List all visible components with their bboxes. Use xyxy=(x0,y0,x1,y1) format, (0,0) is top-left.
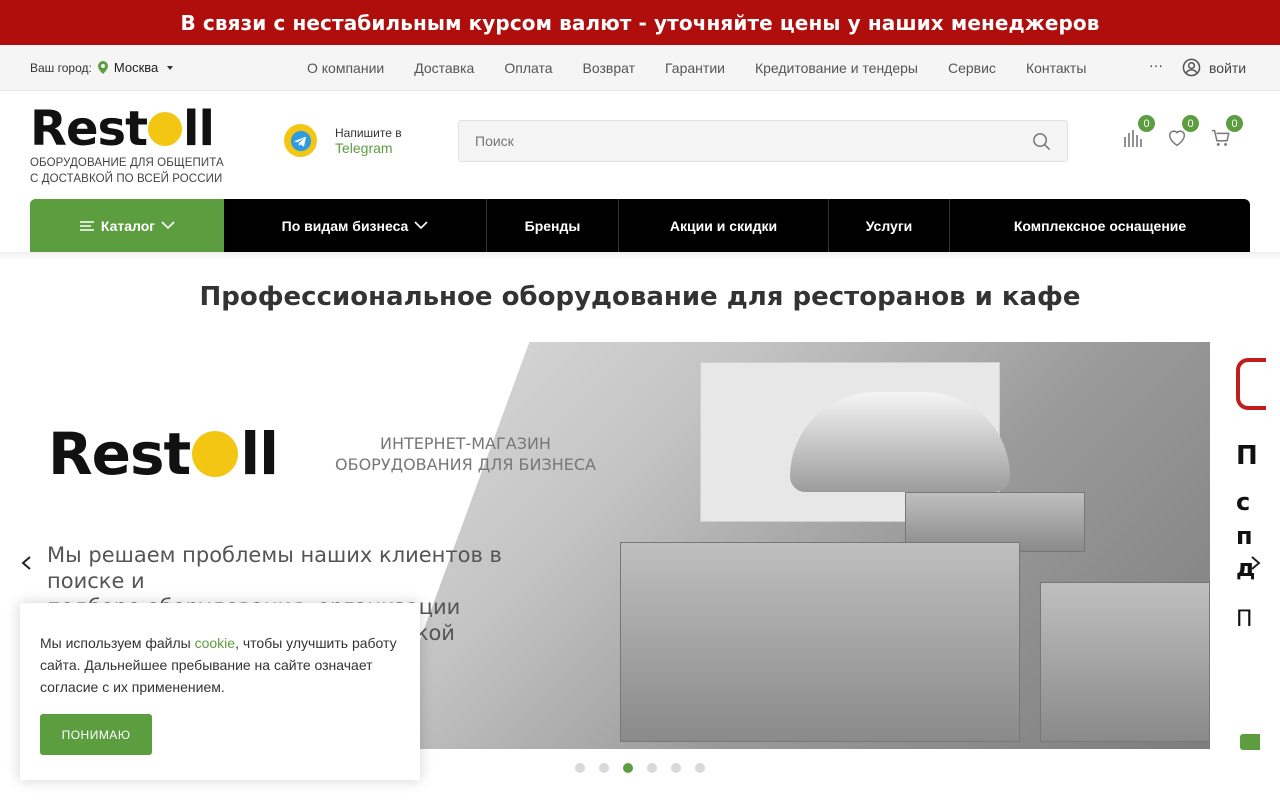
topnav-delivery[interactable]: Доставка xyxy=(414,60,474,76)
currency-warning-banner: В связи с нестабильным курсом валют - ут… xyxy=(0,0,1280,45)
telegram-line2: Telegram xyxy=(335,139,393,156)
header: Rest ll ОБОРУДОВАНИЕ ДЛЯ ОБЩЕПИТА С ДОСТА… xyxy=(0,91,1280,199)
chevron-down-icon xyxy=(414,221,428,230)
telegram-line1: Напишите в xyxy=(335,125,402,140)
nav-brands[interactable]: Бренды xyxy=(487,199,619,252)
login-label: войти xyxy=(1209,59,1247,76)
cutlery-icon xyxy=(192,431,239,477)
peek-text-5: П xyxy=(1236,607,1253,632)
slide-claim-1: Мы решаем проблемы наших клиентов в поис… xyxy=(47,543,502,593)
top-nav: О компании Доставка Оплата Возврат Гаран… xyxy=(307,60,1116,76)
peek-text-2: с xyxy=(1236,488,1251,516)
more-menu-button[interactable]: ··· xyxy=(1149,57,1163,73)
city-name[interactable]: Москва xyxy=(114,60,158,75)
peek-green-button xyxy=(1240,734,1260,750)
favorites-count: 0 xyxy=(1182,115,1199,132)
logo-text-left: Rest xyxy=(30,101,148,157)
slider-dot[interactable] xyxy=(575,763,585,773)
slide-logo-left: Rest xyxy=(48,420,191,488)
slide-subtitle-1: ИНТЕРНЕТ-МАГАЗИН xyxy=(380,434,551,453)
cookie-link[interactable]: cookie xyxy=(195,635,235,651)
nav-business-label: По видам бизнеса xyxy=(281,217,409,234)
search-input[interactable] xyxy=(475,133,1032,149)
menu-icon xyxy=(79,220,94,231)
prep-table xyxy=(1040,582,1210,742)
telegram-icon xyxy=(284,124,317,157)
cart-button[interactable]: 0 xyxy=(1210,115,1243,151)
slider-dot[interactable] xyxy=(599,763,609,773)
peek-text-3: п xyxy=(1236,522,1253,550)
catalog-button[interactable]: Каталог xyxy=(30,199,224,252)
header-actions: 0 0 0 xyxy=(1122,115,1243,151)
next-slide-red-logo xyxy=(1236,358,1266,410)
page-title: Профессиональное оборудование для рестор… xyxy=(199,282,1081,312)
cooking-line xyxy=(620,542,1020,742)
topnav-return[interactable]: Возврат xyxy=(583,60,636,76)
logo-wordmark: Rest ll xyxy=(30,101,224,157)
nav-shadow xyxy=(0,252,1280,260)
slider-dots xyxy=(575,763,705,773)
slider-dot[interactable] xyxy=(695,763,705,773)
site-logo[interactable]: Rest ll ОБОРУДОВАНИЕ ДЛЯ ОБЩЕПИТА С ДОСТА… xyxy=(30,101,224,187)
slide-logo-right: ll xyxy=(240,420,279,488)
slider-prev-arrow-icon[interactable] xyxy=(20,555,34,571)
slide-subtitle-2: ОБОРУДОВАНИЯ ДЛЯ БИЗНЕСА xyxy=(335,455,596,474)
nav-services[interactable]: Услуги xyxy=(829,199,950,252)
main-nav: Каталог По видам бизнеса Бренды Акции и … xyxy=(30,199,1250,252)
search-box xyxy=(458,120,1068,162)
nav-complex-equipment[interactable]: Комплексное оснащение xyxy=(950,199,1250,252)
compare-count: 0 xyxy=(1138,115,1155,132)
top-bar: Ваш город: Москва О компании Доставка Оп… xyxy=(0,45,1280,91)
nav-sales[interactable]: Акции и скидки xyxy=(619,199,829,252)
favorites-button[interactable]: 0 xyxy=(1166,115,1199,151)
peek-text-1: П xyxy=(1236,441,1258,471)
logo-tagline-2: С ДОСТАВКОЙ ПО ВСЕЙ РОССИИ xyxy=(30,173,223,185)
cookie-text-before: Мы используем файлы xyxy=(40,635,195,651)
cookie-accept-button[interactable]: ПОНИМАЮ xyxy=(40,714,152,755)
search-icon[interactable] xyxy=(1032,132,1051,151)
user-icon xyxy=(1182,58,1201,77)
location-pin-icon xyxy=(97,61,108,74)
city-selector[interactable]: Ваш город: Москва xyxy=(30,60,174,75)
slider-next-arrow-icon[interactable] xyxy=(1248,555,1262,571)
topnav-warranty[interactable]: Гарантии xyxy=(665,60,725,76)
catalog-label: Каталог xyxy=(100,217,156,234)
slider-dot[interactable] xyxy=(647,763,657,773)
chevron-down-icon xyxy=(161,221,175,230)
topnav-credit[interactable]: Кредитование и тендеры xyxy=(755,60,918,76)
slide-logo: Rest ll xyxy=(48,420,279,488)
chevron-down-icon xyxy=(167,65,174,70)
cookie-notice: Мы используем файлы cookie, чтобы улучши… xyxy=(20,603,420,780)
city-label: Ваш город: xyxy=(30,60,92,75)
slide-subtitle: ИНТЕРНЕТ-МАГАЗИН ОБОРУДОВАНИЯ ДЛЯ БИЗНЕС… xyxy=(335,433,596,475)
login-button[interactable]: войти xyxy=(1182,58,1246,77)
topnav-service[interactable]: Сервис xyxy=(948,60,996,76)
cutlery-icon xyxy=(148,112,183,146)
slider-dot[interactable] xyxy=(671,763,681,773)
logo-tagline-1: ОБОРУДОВАНИЕ ДЛЯ ОБЩЕПИТА xyxy=(30,157,224,169)
topnav-contacts[interactable]: Контакты xyxy=(1026,60,1086,76)
cookie-text: Мы используем файлы cookie, чтобы улучши… xyxy=(40,632,400,698)
topnav-payment[interactable]: Оплата xyxy=(504,60,552,76)
nav-business-types[interactable]: По видам бизнеса xyxy=(224,199,487,252)
logo-text-right: ll xyxy=(183,101,215,157)
cart-count: 0 xyxy=(1226,115,1243,132)
topnav-about[interactable]: О компании xyxy=(307,60,384,76)
telegram-link[interactable]: Напишите в Telegram xyxy=(284,124,402,157)
slider-dot-active[interactable] xyxy=(623,763,633,773)
compare-button[interactable]: 0 xyxy=(1122,115,1155,151)
